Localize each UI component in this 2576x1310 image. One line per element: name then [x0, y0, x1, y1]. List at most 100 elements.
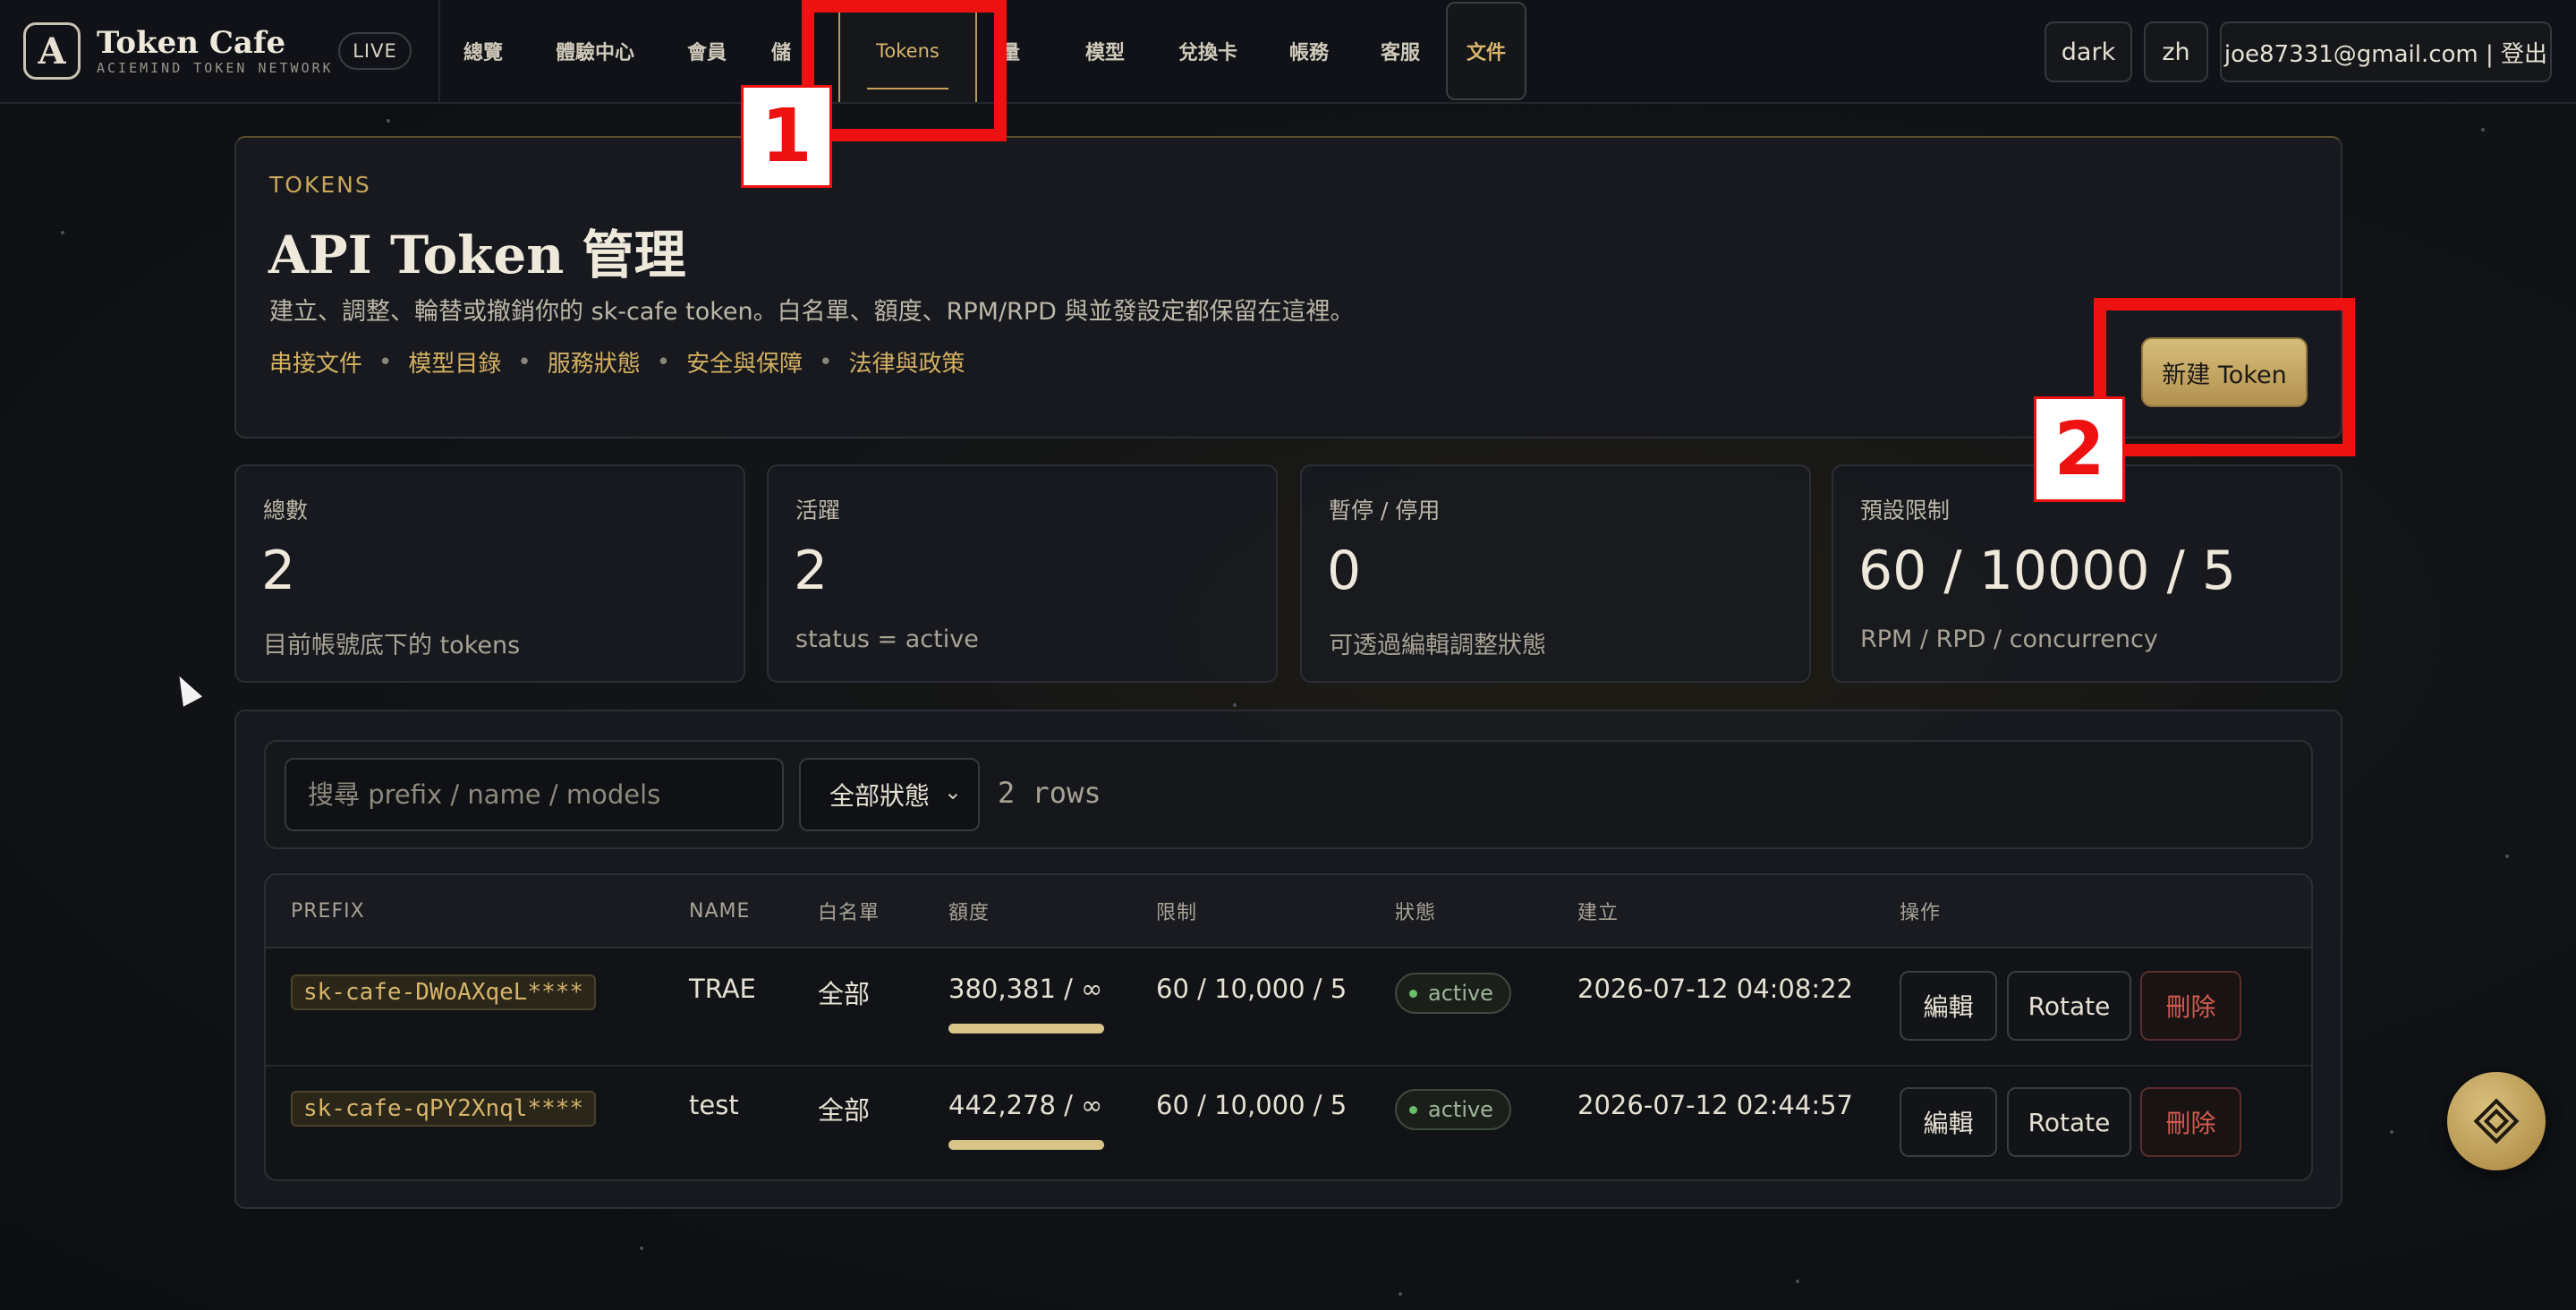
section-eyebrow: TOKENS — [269, 172, 371, 198]
stat-card-paused: 暫停 / 停用 0 可透過編輯調整狀態 — [1300, 464, 1811, 683]
stat-subtitle: status = active — [795, 625, 979, 653]
stat-label: 預設限制 — [1860, 498, 1951, 523]
filter-bar: 全部狀態 ⌄ 2 rows — [264, 740, 2313, 849]
token-whitelist: 全部 — [818, 1095, 871, 1126]
stat-label: 活躍 — [795, 498, 841, 523]
status-filter-select[interactable]: 全部狀態 ⌄ — [799, 758, 980, 831]
tokens-header-card: TOKENS API Token 管理 建立、調整、輪替或撤銷你的 sk-caf… — [234, 136, 2342, 438]
token-name: TRAE — [689, 974, 756, 1004]
stat-subtitle: 目前帳號底下的 tokens — [263, 632, 521, 659]
rotate-button[interactable]: Rotate — [2007, 971, 2131, 1041]
status-text: active — [1428, 1097, 1493, 1122]
column-header-quota: 額度 — [948, 902, 990, 924]
delete-button[interactable]: 刪除 — [2140, 1087, 2241, 1157]
separator-dot: • — [656, 348, 671, 376]
row-count: 2 rows — [998, 776, 1101, 810]
column-header-actions: 操作 — [1900, 902, 1942, 924]
account-logout-button[interactable]: joe87331@gmail.com | 登出 — [2220, 21, 2552, 82]
table-row: sk-cafe-qPY2Xnql**** test 全部 442,278 / ∞… — [266, 1065, 2311, 1179]
annotation-label-1: 1 — [741, 85, 832, 188]
annotation-label-2: 2 — [2034, 396, 2125, 502]
nav-models[interactable]: 模型 — [1074, 0, 1136, 102]
brand-subtitle: ACIEMIND TOKEN NETWORK — [97, 60, 334, 76]
column-header-limits: 限制 — [1156, 902, 1198, 924]
link-integration-docs[interactable]: 串接文件 — [269, 345, 362, 379]
column-header-whitelist: 白名單 — [818, 902, 880, 924]
table-row: sk-cafe-DWoAXqeL**** TRAE 全部 380,381 / ∞… — [266, 948, 2311, 1067]
tokens-table: PREFIX NAME 白名單 額度 限制 狀態 建立 操作 sk-cafe-D… — [264, 873, 2313, 1181]
table-header: PREFIX NAME 白名單 額度 限制 狀態 建立 操作 — [266, 875, 2311, 948]
token-prefix: sk-cafe-DWoAXqeL**** — [291, 974, 597, 1010]
stat-value: 2 — [261, 540, 296, 602]
tokens-table-panel: 全部狀態 ⌄ 2 rows PREFIX NAME 白名單 額度 限制 狀態 建… — [234, 710, 2342, 1209]
link-security[interactable]: 安全與保障 — [686, 345, 803, 379]
delete-button[interactable]: 刪除 — [2140, 971, 2241, 1041]
page-title: API Token 管理 — [268, 225, 686, 285]
diamond-icon — [2473, 1098, 2520, 1144]
annotation-box-1 — [802, 0, 1007, 141]
quota-progress-fill — [948, 1024, 1104, 1034]
nav-overview[interactable]: 總覽 — [452, 0, 514, 102]
stat-label: 暫停 / 停用 — [1329, 498, 1441, 523]
column-header-name: NAME — [689, 899, 751, 923]
token-name: test — [689, 1090, 739, 1120]
stat-subtitle: 可透過編輯調整狀態 — [1329, 632, 1546, 659]
link-service-status[interactable]: 服務狀態 — [548, 345, 641, 379]
page-description: 建立、調整、輪替或撤銷你的 sk-cafe token。白名單、額度、RPM/R… — [269, 298, 1355, 326]
token-limits: 60 / 10,000 / 5 — [1156, 1090, 1348, 1120]
status-badge: active — [1395, 973, 1511, 1014]
separator-dot: • — [517, 348, 531, 376]
token-whitelist: 全部 — [818, 979, 871, 1009]
quick-links: 串接文件 • 模型目錄 • 服務狀態 • 安全與保障 • 法律與政策 — [269, 345, 965, 379]
top-navigation-bar: A Token Cafe ACIEMIND TOKEN NETWORK LIVE… — [0, 0, 2576, 104]
rotate-button[interactable]: Rotate — [2007, 1087, 2131, 1157]
chevron-down-icon: ⌄ — [943, 779, 962, 804]
nav-billing[interactable]: 帳務 — [1278, 0, 1340, 102]
language-button[interactable]: zh — [2144, 21, 2208, 82]
search-input[interactable] — [285, 758, 784, 831]
token-limits: 60 / 10,000 / 5 — [1156, 974, 1348, 1004]
stat-card-total: 總數 2 目前帳號底下的 tokens — [234, 464, 745, 683]
floating-assistant-button[interactable] — [2447, 1072, 2546, 1170]
stat-value: 0 — [1327, 540, 1362, 602]
separator-dot: • — [819, 348, 833, 376]
link-model-catalog[interactable]: 模型目錄 — [408, 345, 501, 379]
edit-button[interactable]: 編輯 — [1900, 1087, 1997, 1157]
status-filter-value: 全部狀態 — [829, 781, 931, 811]
column-header-status: 狀態 — [1395, 902, 1437, 924]
logo-icon: A — [23, 22, 81, 80]
brand[interactable]: A Token Cafe ACIEMIND TOKEN NETWORK — [23, 21, 334, 81]
column-header-prefix: PREFIX — [291, 899, 365, 923]
stat-value: 60 / 10000 / 5 — [1858, 540, 2237, 602]
stat-card-active: 活躍 2 status = active — [767, 464, 1278, 683]
brand-name: Token Cafe — [97, 25, 286, 61]
token-prefix: sk-cafe-qPY2Xnql**** — [291, 1091, 597, 1127]
stat-value: 2 — [794, 540, 829, 602]
stat-subtitle: RPM / RPD / concurrency — [1860, 625, 2158, 653]
quota-progress-bar — [948, 1024, 1104, 1034]
quota-progress-fill — [948, 1140, 1104, 1150]
link-legal[interactable]: 法律與政策 — [848, 345, 965, 379]
status-dot-icon — [1409, 989, 1417, 998]
token-quota: 380,381 / ∞ — [948, 974, 1103, 1004]
theme-toggle-button[interactable]: dark — [2045, 21, 2132, 82]
nav-support[interactable]: 客服 — [1369, 0, 1432, 102]
status-dot-icon — [1409, 1105, 1417, 1114]
live-badge: LIVE — [338, 32, 412, 70]
divider — [438, 0, 440, 102]
separator-dot: • — [378, 348, 393, 376]
token-created: 2026-07-12 02:44:57 — [1577, 1090, 1853, 1120]
annotation-box-2 — [2094, 298, 2355, 456]
status-text: active — [1428, 981, 1493, 1006]
status-badge: active — [1395, 1089, 1511, 1130]
nav-redeem-cards[interactable]: 兌換卡 — [1163, 0, 1253, 102]
nav-playground[interactable]: 體驗中心 — [542, 0, 648, 102]
edit-button[interactable]: 編輯 — [1900, 971, 1997, 1041]
stat-label: 總數 — [263, 498, 309, 523]
token-quota: 442,278 / ∞ — [948, 1090, 1103, 1120]
quota-progress-bar — [948, 1140, 1104, 1150]
mouse-cursor-icon — [169, 671, 203, 707]
nav-membership[interactable]: 會員 — [676, 0, 738, 102]
nav-docs[interactable]: 文件 — [1446, 2, 1526, 100]
column-header-created: 建立 — [1577, 902, 1620, 924]
